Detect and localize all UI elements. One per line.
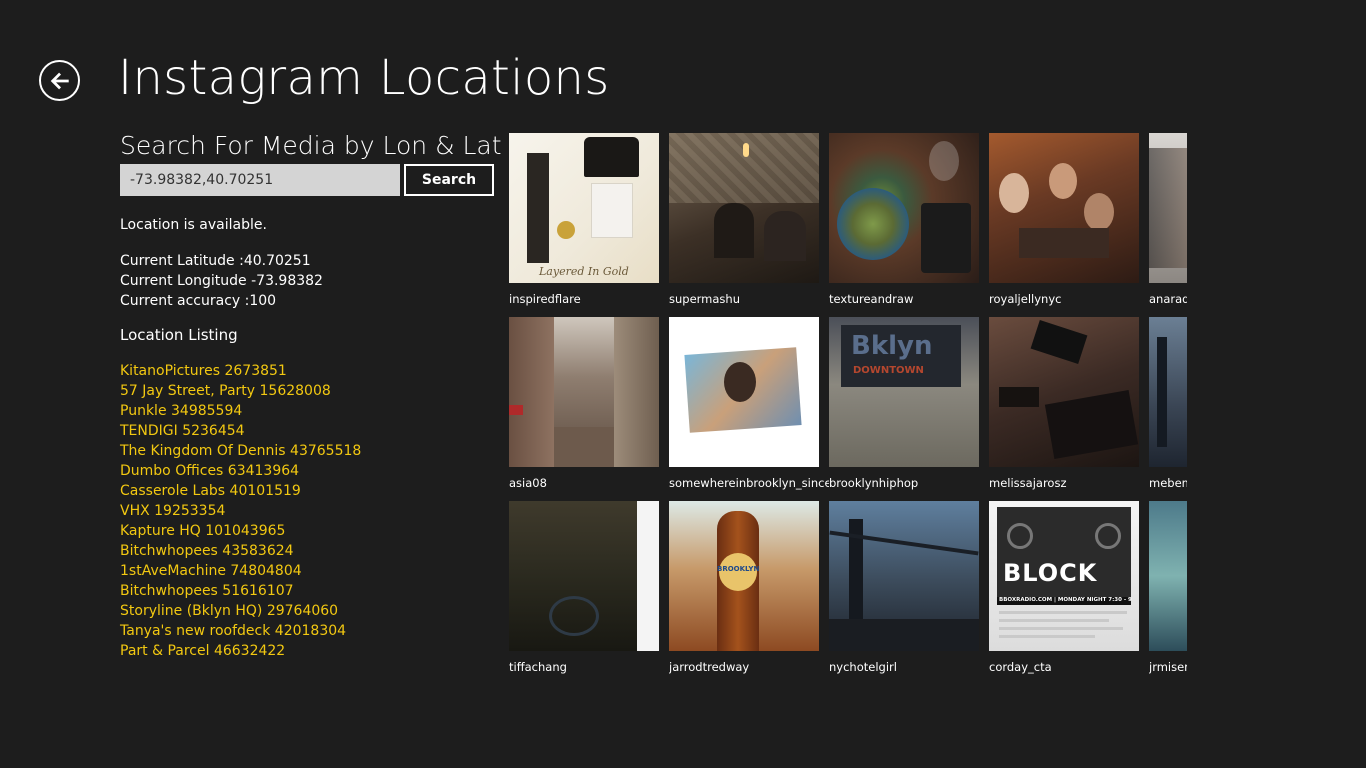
location-link[interactable]: Kapture HQ 101043965 (120, 521, 361, 541)
media-image: Bklyn DOWNTOWN (829, 317, 979, 467)
media-username: royaljellynyc (989, 292, 1062, 306)
current-longitude: Current Longitude -73.98382 (120, 273, 323, 289)
media-tile[interactable] (1149, 133, 1187, 283)
media-tile[interactable]: Bklyn DOWNTOWN (829, 317, 979, 467)
media-username: textureandraw (829, 292, 914, 306)
location-list: KitanoPictures 2673851 57 Jay Street, Pa… (120, 361, 361, 661)
media-image-caption: Layered In Gold (539, 265, 629, 278)
coordinates-readout: Current Latitude :40.70251 Current Longi… (120, 251, 323, 311)
media-username: nychotelgirl (829, 660, 897, 674)
media-tile[interactable] (1149, 317, 1187, 467)
location-link[interactable]: TENDIGI 5236454 (120, 421, 361, 441)
media-username: inspiredflare (509, 292, 581, 306)
media-username: jarrodtredway (669, 660, 750, 674)
location-link[interactable]: VHX 19253354 (120, 501, 361, 521)
media-image (829, 133, 979, 283)
current-accuracy: Current accuracy :100 (120, 293, 277, 309)
media-tile[interactable] (829, 501, 979, 651)
media-image (669, 317, 819, 467)
media-tile[interactable] (989, 133, 1139, 283)
media-username: melissajarosz (989, 476, 1067, 490)
location-link[interactable]: Bitchwhopees 51616107 (120, 581, 361, 601)
location-link[interactable]: KitanoPictures 2673851 (120, 361, 361, 381)
media-image (1149, 317, 1187, 467)
search-button[interactable]: Search (404, 164, 494, 196)
media-image (989, 133, 1139, 283)
media-image-subcaption: BBOXRADIO.COM | MONDAY NIGHT 7:30 - 9 (999, 597, 1132, 603)
media-username: brooklynhiphop (829, 476, 919, 490)
media-image (669, 133, 819, 283)
media-tile[interactable] (669, 133, 819, 283)
media-tile[interactable] (829, 133, 979, 283)
media-username: tiffachang (509, 660, 567, 674)
media-image-caption: BROOKLYN (717, 565, 760, 573)
media-username: anarad (1149, 292, 1187, 306)
location-link[interactable]: Bitchwhopees 43583624 (120, 541, 361, 561)
media-tile[interactable] (669, 317, 819, 467)
media-image (989, 317, 1139, 467)
location-link[interactable]: Tanya's new roofdeck 42018304 (120, 621, 361, 641)
page-title: Instagram Locations (118, 50, 610, 106)
media-image: BROOKLYN (669, 501, 819, 651)
media-image (509, 501, 659, 651)
media-username: supermashu (669, 292, 740, 306)
media-image (509, 317, 659, 467)
media-tile[interactable] (509, 501, 659, 651)
location-link[interactable]: The Kingdom Of Dennis 43765518 (120, 441, 361, 461)
location-link[interactable]: Storyline (Bklyn HQ) 29764060 (120, 601, 361, 621)
media-tile[interactable]: Layered In Gold (509, 133, 659, 283)
location-link[interactable]: Punkle 34985594 (120, 401, 361, 421)
media-image: BLOCK BBOXRADIO.COM | MONDAY NIGHT 7:30 … (989, 501, 1139, 651)
media-username: jrmiser (1149, 660, 1187, 674)
back-button[interactable] (39, 60, 80, 101)
media-tile[interactable]: BROOKLYN (669, 501, 819, 651)
media-grid: Layered In Gold inspiredflare supermashu… (509, 133, 1187, 693)
location-link[interactable]: 57 Jay Street, Party 15628008 (120, 381, 361, 401)
media-tile[interactable] (509, 317, 659, 467)
media-tile[interactable] (989, 317, 1139, 467)
current-latitude: Current Latitude :40.70251 (120, 253, 311, 269)
media-tile[interactable]: BLOCK BBOXRADIO.COM | MONDAY NIGHT 7:30 … (989, 501, 1139, 651)
location-status: Location is available. (120, 217, 267, 233)
media-image (1149, 501, 1187, 651)
media-image: Layered In Gold (509, 133, 659, 283)
media-image-caption: Bklyn (851, 331, 933, 361)
media-username: somewhereinbrooklyn_since9 (669, 476, 829, 490)
media-image-subcaption: DOWNTOWN (853, 365, 924, 376)
media-image (1149, 133, 1187, 283)
location-link[interactable]: 1stAveMachine 74804804 (120, 561, 361, 581)
location-link[interactable]: Casserole Labs 40101519 (120, 481, 361, 501)
media-image-caption: BLOCK (1003, 559, 1098, 587)
search-heading: Search For Media by Lon & Lat (120, 131, 502, 160)
media-username: corday_cta (989, 660, 1052, 674)
coordinates-input[interactable] (120, 164, 400, 196)
location-listing-heading: Location Listing (120, 326, 238, 344)
media-image (829, 501, 979, 651)
location-link[interactable]: Part & Parcel 46632422 (120, 641, 361, 661)
location-link[interactable]: Dumbo Offices 63413964 (120, 461, 361, 481)
back-arrow-icon (50, 72, 69, 89)
media-tile[interactable] (1149, 501, 1187, 651)
media-username: asia08 (509, 476, 547, 490)
media-username: mebem (1149, 476, 1187, 490)
